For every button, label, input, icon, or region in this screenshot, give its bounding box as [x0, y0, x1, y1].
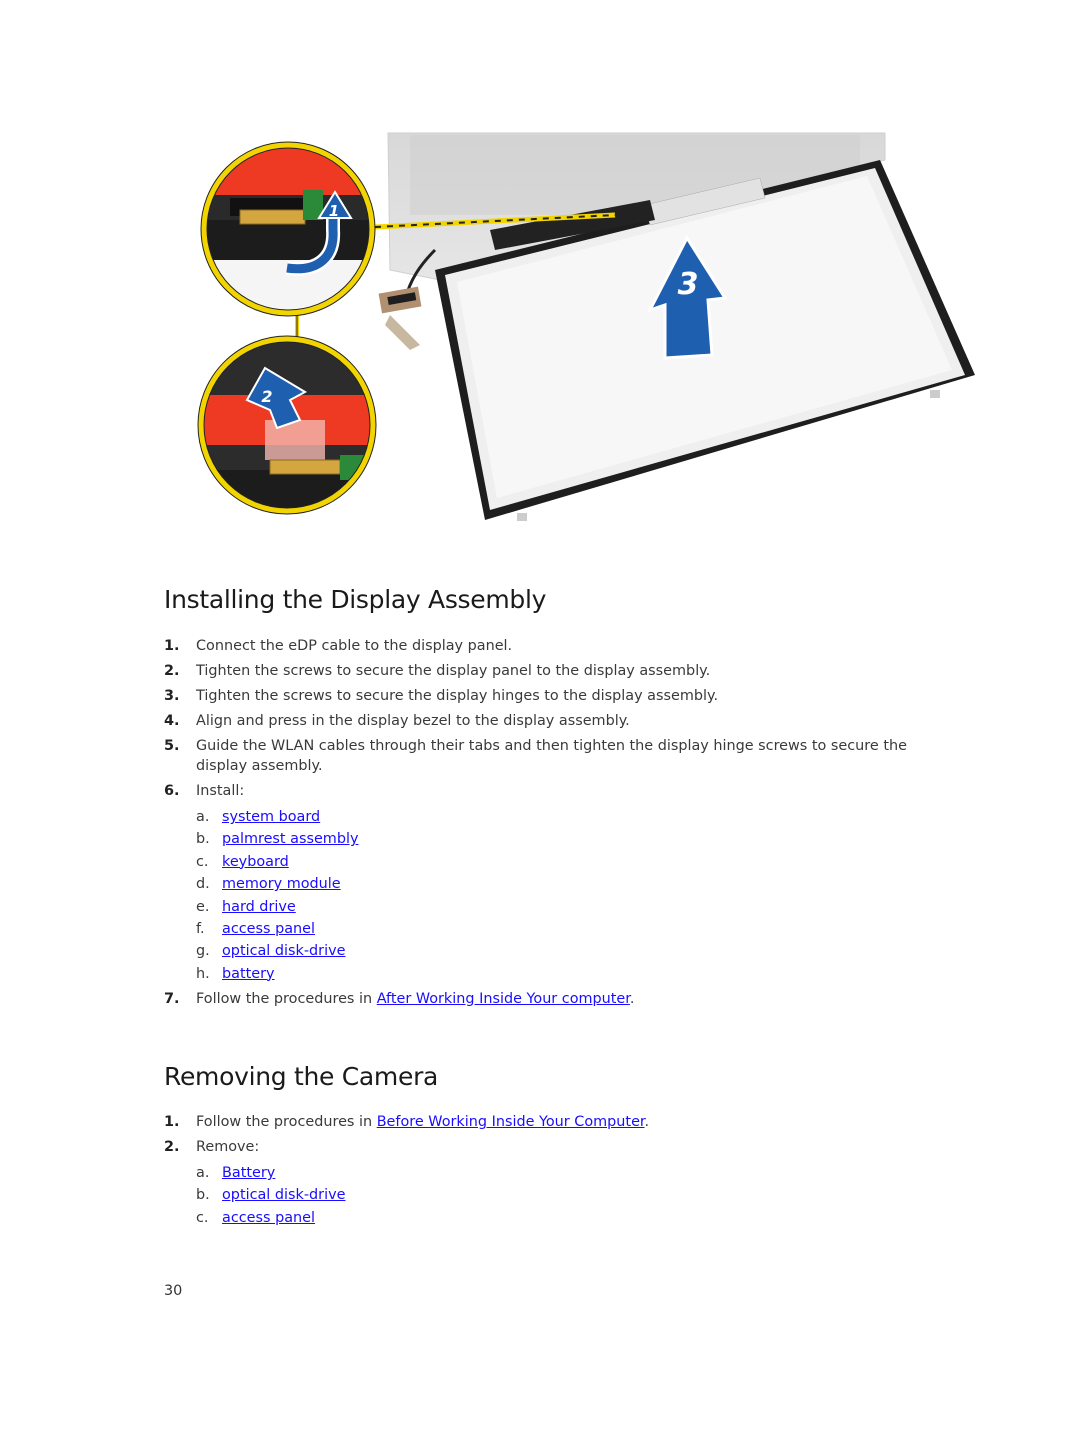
install-steps-list: 1. Connect the eDP cable to the display … [164, 636, 944, 1014]
remove-component-item: b. optical disk-drive [196, 1187, 346, 1204]
link-after-working-inside-computer[interactable]: After Working Inside Your computer [377, 991, 630, 1007]
link-system-board[interactable]: system board [222, 809, 320, 825]
remove-step: 1. Follow the procedures in Before Worki… [164, 1114, 650, 1130]
install-step: 4. Align and press in the display bezel … [164, 713, 630, 729]
link-keyboard[interactable]: keyboard [222, 854, 289, 870]
section-title-installing-display-assembly: Installing the Display Assembly [164, 585, 547, 614]
link-optical-disk-drive[interactable]: optical disk-drive [222, 943, 345, 959]
link-access-panel[interactable]: access panel [222, 921, 315, 937]
link-before-working-inside-computer[interactable]: Before Working Inside Your Computer [377, 1114, 645, 1130]
remove-components-list: a. Battery b. optical disk-drive c. access … [196, 1163, 944, 1228]
install-component-item: g. optical disk-drive [196, 943, 346, 960]
install-component-item: h. battery [196, 965, 275, 982]
install-step: 2. Tighten the screws to secure the disp… [164, 663, 711, 679]
link-palmrest-assembly[interactable]: palmrest assembly [222, 831, 358, 847]
link-battery[interactable]: battery [222, 966, 275, 982]
callout-2: 2 [197, 335, 377, 515]
install-step: 1. Connect the eDP cable to the display … [164, 638, 513, 654]
install-component-item: b. palmrest assembly [196, 831, 359, 848]
install-component-item: c. keyboard [196, 853, 289, 870]
install-component-item: f. access panel [196, 920, 315, 937]
svg-text:3: 3 [678, 267, 699, 302]
remove-step: 2. Remove: a. Battery b. optical disk-driv… [164, 1137, 944, 1228]
svg-text:1: 1 [329, 202, 339, 220]
callout-1: 1 [200, 141, 376, 317]
install-step: 7. Follow the procedures in After Workin… [164, 990, 635, 1007]
install-components-list: a. system board b. palmrest assembly c. key… [196, 807, 944, 984]
remove-component-item: a. Battery [196, 1165, 276, 1181]
install-component-item: a. system board [196, 809, 321, 825]
install-step: 3. Tighten the screws to secure the disp… [164, 688, 719, 704]
remove-camera-steps-list: 1. Follow the procedures in Before Worki… [164, 1112, 944, 1233]
link-hard-drive[interactable]: hard drive [222, 899, 296, 915]
link-optical-disk-drive[interactable]: optical disk-drive [222, 1187, 345, 1203]
display-removal-figure: 1 2 3 [195, 130, 980, 530]
install-step: 6. Install: a. system board b. palmrest as… [164, 781, 944, 984]
install-step: 5. Guide the WLAN cables through their t… [164, 738, 907, 774]
page-number: 30 [164, 1283, 183, 1299]
install-component-item: d. memory module [196, 876, 341, 893]
link-access-panel[interactable]: access panel [222, 1210, 315, 1226]
svg-text:2: 2 [261, 387, 272, 406]
link-memory-module[interactable]: memory module [222, 876, 341, 892]
remove-component-item: c. access panel [196, 1209, 315, 1226]
install-component-item: e. hard drive [196, 898, 296, 915]
link-battery[interactable]: Battery [222, 1165, 275, 1181]
section-title-removing-camera: Removing the Camera [164, 1062, 439, 1091]
